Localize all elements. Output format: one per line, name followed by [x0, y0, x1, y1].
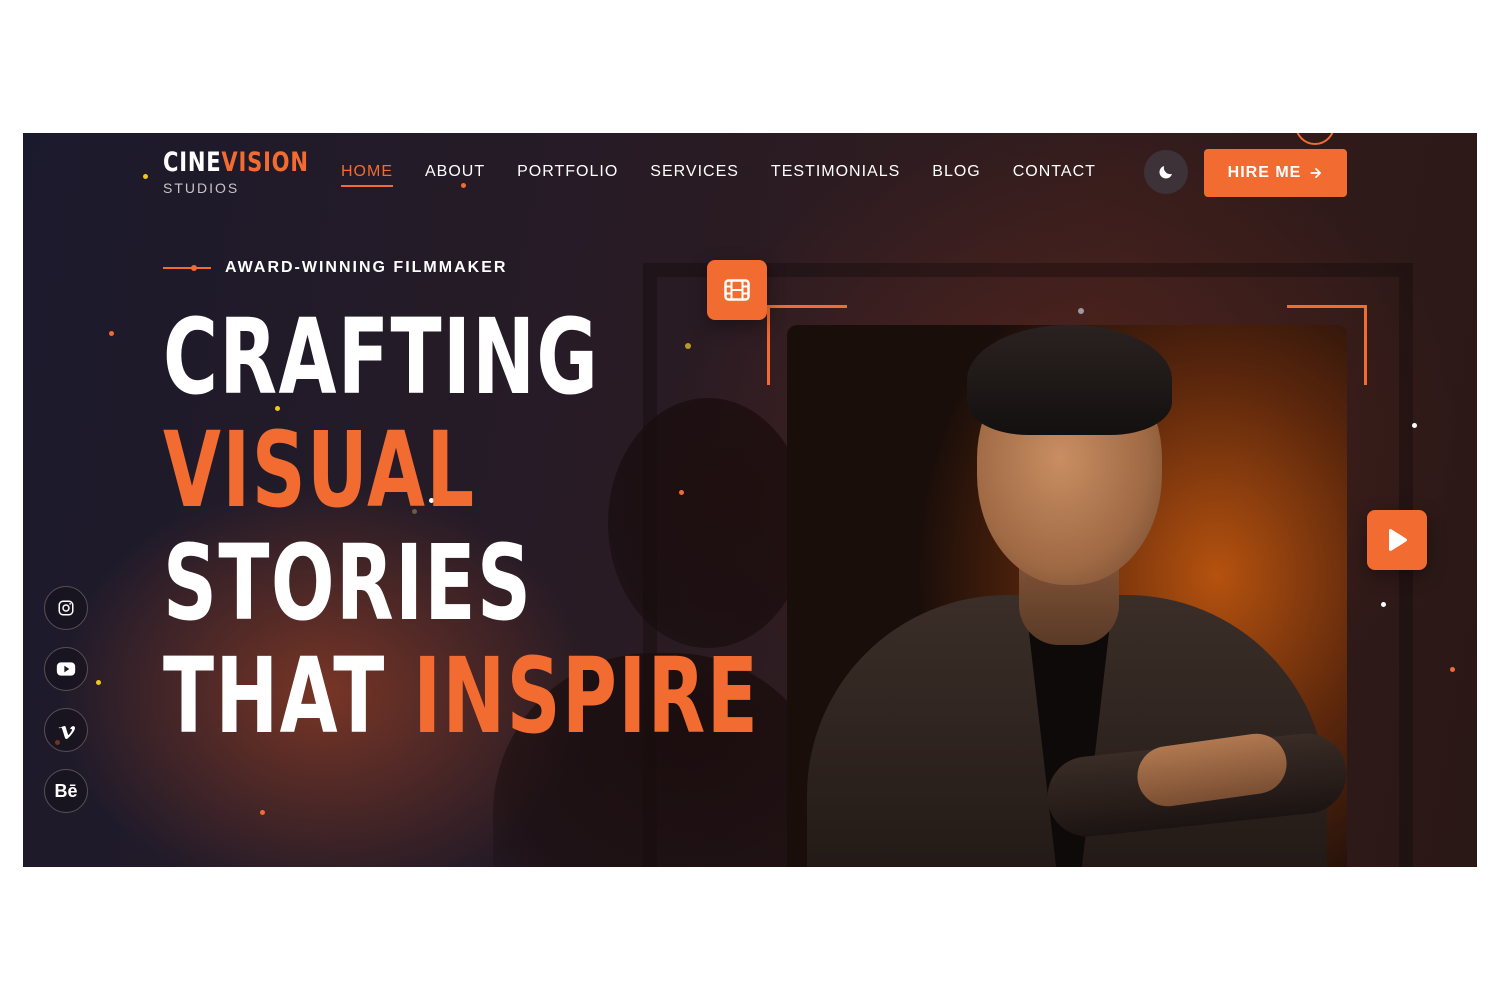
brand-name-part1: CINE — [163, 147, 222, 178]
youtube-icon — [56, 662, 76, 676]
play-icon — [1388, 528, 1408, 552]
hero-section: CINEVISION STUDIOS HOME ABOUT PORTFOLIO … — [23, 133, 1477, 867]
vimeo-icon — [58, 725, 75, 739]
ring-decoration — [1295, 133, 1335, 145]
eyebrow: AWARD-WINNING FILMMAKER — [163, 259, 507, 277]
headline-line-3: STORIES — [163, 522, 533, 644]
decor-dot — [260, 810, 265, 815]
nav-item-portfolio[interactable]: PORTFOLIO — [517, 163, 618, 187]
headline-line-4: THAT INSPIRE — [163, 640, 759, 753]
nav-item-testimonials[interactable]: TESTIMONIALS — [771, 163, 900, 187]
hire-me-button[interactable]: HIRE ME — [1204, 149, 1347, 197]
headline-line-4-white: THAT — [163, 635, 386, 757]
social-links: Bē — [44, 586, 88, 813]
brand-logo[interactable]: CINEVISION STUDIOS — [163, 147, 350, 196]
decor-dot — [1412, 423, 1417, 428]
theme-toggle-button[interactable] — [1144, 150, 1188, 194]
moon-icon — [1159, 166, 1172, 179]
nav-item-about[interactable]: ABOUT — [425, 163, 485, 187]
vimeo-link[interactable] — [44, 708, 88, 752]
eyebrow-text: AWARD-WINNING FILMMAKER — [225, 259, 508, 276]
nav-item-contact[interactable]: CONTACT — [1013, 163, 1096, 187]
eyebrow-line — [163, 265, 211, 271]
youtube-link[interactable] — [44, 647, 88, 691]
hire-me-label: HIRE ME — [1227, 164, 1302, 181]
headline-line-2: VISUAL — [163, 409, 476, 531]
instagram-link[interactable] — [44, 586, 88, 630]
decor-dot — [1078, 308, 1084, 314]
filmmaker-portrait — [787, 325, 1347, 867]
film-icon — [724, 279, 750, 301]
nav-item-home[interactable]: HOME — [341, 163, 393, 187]
nav-item-blog[interactable]: BLOG — [932, 163, 980, 187]
instagram-icon — [58, 600, 74, 616]
decor-dot — [1381, 602, 1386, 607]
behance-icon: Bē — [54, 780, 78, 801]
decor-dot — [143, 174, 148, 179]
nav-item-services[interactable]: SERVICES — [650, 163, 739, 187]
decor-dot — [96, 680, 101, 685]
arrow-right-icon — [1310, 168, 1322, 178]
headline-line-4-orange: INSPIRE — [413, 635, 760, 757]
headline-line-1: CRAFTING — [163, 296, 600, 418]
film-badge — [707, 260, 767, 320]
brand-name-part2: VISION — [221, 147, 309, 178]
play-video-button[interactable] — [1367, 510, 1427, 570]
behance-link[interactable]: Bē — [44, 769, 88, 813]
decor-dot — [1450, 667, 1455, 672]
portrait-hair — [967, 325, 1172, 435]
decor-dot — [109, 331, 114, 336]
main-nav: HOME ABOUT PORTFOLIO SERVICES TESTIMONIA… — [341, 163, 1096, 187]
brand-subtitle: STUDIOS — [163, 180, 240, 196]
